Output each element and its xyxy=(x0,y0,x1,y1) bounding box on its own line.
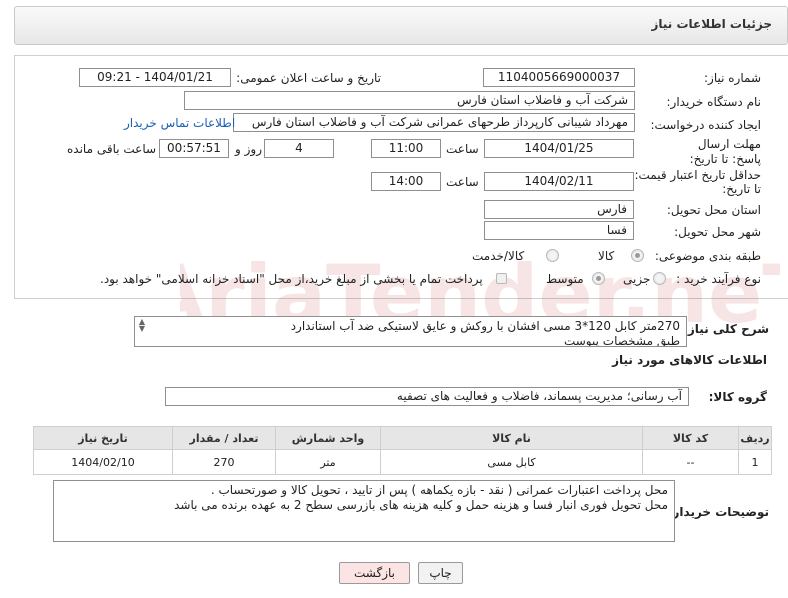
days-field: 4 xyxy=(264,139,334,158)
col-row-header: ردیف xyxy=(738,426,772,450)
buyer-notes-line-2: محل تحویل فوری انبار فسا و هزینه حمل و ک… xyxy=(174,498,668,512)
remaining-time-field: 00:57:51 xyxy=(159,139,229,158)
description-label: شرح کلی نیاز: xyxy=(683,322,769,336)
buyer-label: نام دستگاه خریدار: xyxy=(666,95,762,109)
creator-field: مهرداد شیبانی کارپرداز طرحهای عمرانی شرک… xyxy=(233,113,635,132)
textarea-scroll-arrows-icon[interactable]: ▲ ▼ xyxy=(137,318,147,333)
category-goods-label: کالا xyxy=(598,249,615,263)
deadline-time-field: 11:00 xyxy=(371,139,441,158)
process-minor-radio[interactable] xyxy=(653,272,666,285)
category-goods-service-label: کالا/خدمت xyxy=(472,249,525,263)
province-field: فارس xyxy=(484,200,634,219)
items-table: ردیف کد کالا نام کالا واحد شمارش تعداد /… xyxy=(33,426,772,475)
deadline-time-label: ساعت xyxy=(446,142,479,156)
buyer-notes-label: توضیحات خریدار: xyxy=(667,505,769,519)
col-date-header: تاریخ نیاز xyxy=(33,426,173,450)
description-textarea: 270متر کابل 120*3 مسی افشان با روکش و عا… xyxy=(134,316,687,347)
print-button[interactable]: چاپ xyxy=(418,562,463,584)
cell-unit: متر xyxy=(275,449,381,475)
deadline-label: مهلت ارسال پاسخ: تا تاریخ: xyxy=(689,137,761,166)
col-code-header: کد کالا xyxy=(642,426,739,450)
cell-qty: 270 xyxy=(172,449,276,475)
description-line-2: طبق مشخصات پیوست xyxy=(563,334,680,347)
announce-label: تاریخ و ساعت اعلان عمومی: xyxy=(236,71,381,85)
goods-group-field: آب رسانی؛ مدیریت پسماند، فاضلاب و فعالیت… xyxy=(165,387,689,406)
process-medium-radio[interactable] xyxy=(592,272,605,285)
items-table-header: ردیف کد کالا نام کالا واحد شمارش تعداد /… xyxy=(33,426,772,450)
process-minor-label: جزیی xyxy=(623,272,651,286)
province-label: استان محل تحویل: xyxy=(666,203,761,217)
need-number-field: 1104005669000037 xyxy=(483,68,635,87)
treasury-payment-checkbox[interactable] xyxy=(496,273,507,284)
description-line-1: 270متر کابل 120*3 مسی افشان با روکش و عا… xyxy=(290,319,680,333)
buyer-field: شرکت آب و فاضلاب استان فارس xyxy=(184,91,635,110)
price-date-field: 1404/02/11 xyxy=(484,172,634,191)
table-row[interactable]: 1 -- کابل مسی متر 270 1404/02/10 xyxy=(33,449,772,475)
cell-row: 1 xyxy=(738,449,772,475)
need-number-label: شماره نیاز: xyxy=(704,71,761,85)
category-goods-service-radio[interactable] xyxy=(546,249,559,262)
price-time-label: ساعت xyxy=(446,175,479,189)
price-validity-label: حداقل تاریخ اعتبار قیمت: xyxy=(634,168,761,182)
buyer-notes-line-1: محل پرداخت اعتبارات عمرانی ( نقد - بازه … xyxy=(210,483,668,497)
buyer-notes-textarea: محل پرداخت اعتبارات عمرانی ( نقد - بازه … xyxy=(53,480,675,542)
goods-section-title: اطلاعات کالاهای مورد نیاز xyxy=(612,353,767,367)
cell-date: 1404/02/10 xyxy=(33,449,173,475)
col-name-header: نام کالا xyxy=(380,426,643,450)
col-unit-header: واحد شمارش xyxy=(275,426,381,450)
city-field: فسا xyxy=(484,221,634,240)
category-goods-radio[interactable] xyxy=(631,249,644,262)
cell-name: کابل مسی xyxy=(380,449,643,475)
process-medium-label: متوسط xyxy=(546,272,584,286)
category-label: طبقه بندی موضوعی: xyxy=(654,249,761,263)
deadline-date-field: 1404/01/25 xyxy=(484,139,634,158)
cell-code: -- xyxy=(642,449,739,475)
payment-note: پرداخت تمام یا بخشی از مبلغ خرید،از محل … xyxy=(100,272,483,286)
days-label: روز و xyxy=(235,142,262,156)
price-time-field: 14:00 xyxy=(371,172,441,191)
back-button[interactable]: بازگشت xyxy=(339,562,410,584)
contact-info-link[interactable]: اطلاعات تماس خریدار xyxy=(124,116,235,130)
page-title: جزئیات اطلاعات نیاز xyxy=(651,17,772,31)
process-label: نوع فرآیند خرید : xyxy=(676,272,761,286)
creator-label: ایجاد کننده درخواست: xyxy=(650,118,761,132)
price-validity-label-2: تا تاریخ: xyxy=(722,182,761,196)
city-label: شهر محل تحویل: xyxy=(674,225,761,239)
announce-field: 1404/01/21 - 09:21 xyxy=(79,68,231,87)
goods-group-label: گروه کالا: xyxy=(708,390,767,404)
col-qty-header: تعداد / مقدار xyxy=(172,426,276,450)
remaining-label: ساعت باقی مانده xyxy=(67,142,157,156)
